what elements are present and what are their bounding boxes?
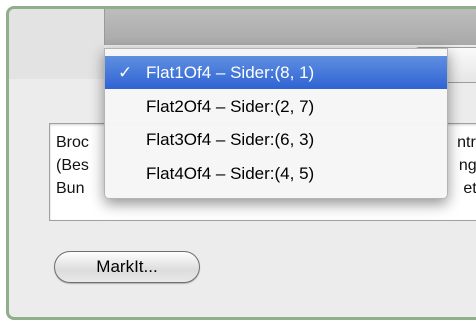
menu-item-flat3[interactable]: Flat3Of4 – Sider:(6, 3) <box>105 123 447 156</box>
top-left-panel <box>9 9 104 79</box>
menu-item-flat2[interactable]: Flat2Of4 – Sider:(2, 7) <box>105 90 447 123</box>
dialog-frame: 1) Broc (Bes Bun ntrer ng:0 et:0 MarkIt.… <box>6 6 476 320</box>
info-line-3-left: Bun <box>56 180 85 197</box>
menu-item-label: Flat4Of4 – Sider:(4, 5) <box>146 164 315 183</box>
top-toolbar-strip <box>104 9 476 45</box>
menu-item-label: Flat1Of4 – Sider:(8, 1) <box>146 63 315 82</box>
info-line-1-left: Broc <box>56 134 89 151</box>
info-line-2-right: ng:0 <box>458 157 476 174</box>
menu-item-flat1[interactable]: ✓ Flat1Of4 – Sider:(8, 1) <box>105 56 447 89</box>
info-line-2-left: (Bes <box>56 157 89 174</box>
checkmark-icon: ✓ <box>118 63 133 82</box>
markit-button[interactable]: MarkIt... <box>54 251 200 283</box>
info-line-1-right: ntrer <box>457 134 476 151</box>
menu-item-label: Flat3Of4 – Sider:(6, 3) <box>146 130 315 149</box>
flat-popup-menu: ✓ Flat1Of4 – Sider:(8, 1) Flat2Of4 – Sid… <box>104 48 448 199</box>
menu-item-flat4[interactable]: Flat4Of4 – Sider:(4, 5) <box>105 157 447 190</box>
menu-item-label: Flat2Of4 – Sider:(2, 7) <box>146 97 315 116</box>
info-line-3-right: et:0 <box>463 180 476 197</box>
